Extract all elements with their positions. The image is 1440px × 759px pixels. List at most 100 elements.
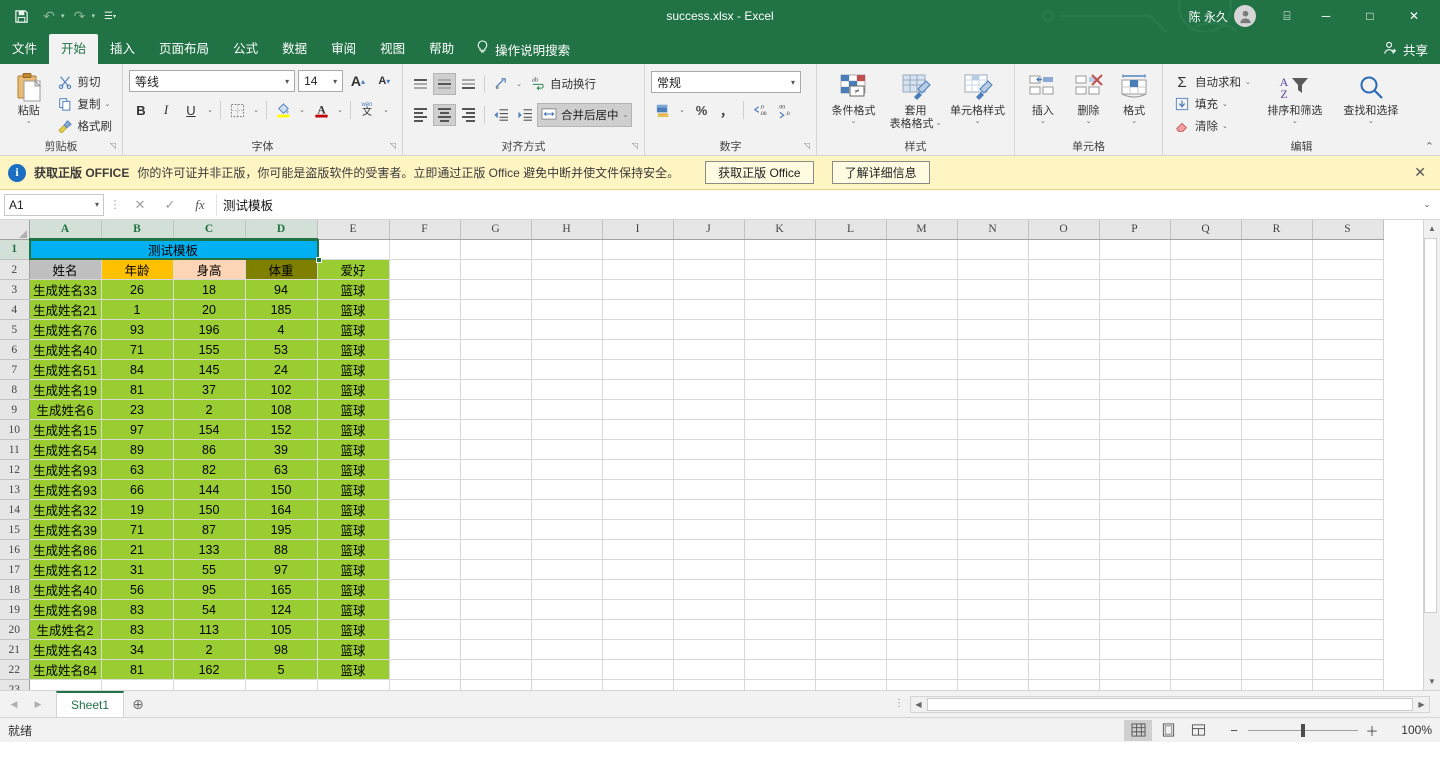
tab-insert[interactable]: 插入	[98, 34, 147, 64]
cell-g12[interactable]	[460, 459, 532, 480]
cell-s10[interactable]	[1312, 419, 1384, 440]
cell-j22[interactable]	[673, 659, 745, 680]
cut-button[interactable]: 剪切	[52, 71, 117, 93]
cell-a9[interactable]: 生成姓名6	[29, 399, 102, 420]
cell-f19[interactable]	[389, 599, 461, 620]
insert-cells-caret[interactable]: ⌄	[1040, 118, 1046, 126]
cell-k17[interactable]	[744, 559, 816, 580]
cell-i9[interactable]	[602, 399, 674, 420]
cell-o20[interactable]	[1028, 619, 1100, 640]
cell-q14[interactable]	[1170, 499, 1242, 520]
accounting-dropdown-caret[interactable]: ⌄	[676, 98, 688, 122]
row-header-18[interactable]: 18	[0, 579, 30, 600]
number-format-caret[interactable]: ▾	[788, 78, 798, 87]
share-button[interactable]: 共享	[1383, 34, 1440, 64]
cell-h13[interactable]	[531, 479, 603, 500]
ribbon-display-options-icon[interactable]: ⌸	[1270, 0, 1304, 32]
cell-e20[interactable]: 篮球	[317, 619, 390, 640]
tab-formulas[interactable]: 公式	[221, 34, 270, 64]
cell-k10[interactable]	[744, 419, 816, 440]
cell-r23[interactable]	[1241, 679, 1313, 690]
cell-m19[interactable]	[886, 599, 958, 620]
cell-c14[interactable]: 150	[173, 499, 246, 520]
tab-home[interactable]: 开始	[49, 34, 99, 64]
cell-e17[interactable]: 篮球	[317, 559, 390, 580]
cell-f8[interactable]	[389, 379, 461, 400]
column-header-r[interactable]: R	[1241, 220, 1313, 240]
cell-h3[interactable]	[531, 279, 603, 300]
cell-styles-button[interactable]: 单元格样式 ⌄	[947, 69, 1008, 126]
cell-o9[interactable]	[1028, 399, 1100, 420]
paste-dropdown-caret[interactable]: ⌄	[26, 118, 32, 126]
cell-k11[interactable]	[744, 439, 816, 460]
tab-page-layout[interactable]: 页面布局	[147, 34, 221, 64]
cell-m1[interactable]	[886, 239, 958, 260]
cell-r17[interactable]	[1241, 559, 1313, 580]
cell-e23[interactable]	[317, 679, 390, 690]
row-header-19[interactable]: 19	[0, 599, 30, 620]
column-header-k[interactable]: K	[744, 220, 816, 240]
cell-b22[interactable]: 81	[101, 659, 174, 680]
confirm-entry-icon[interactable]: ✓	[156, 194, 184, 216]
selection-fill-handle[interactable]	[316, 257, 322, 263]
close-button[interactable]: ✕	[1392, 0, 1436, 32]
cell-n15[interactable]	[957, 519, 1029, 540]
cell-c18[interactable]: 95	[173, 579, 246, 600]
column-title-a2[interactable]: 姓名	[29, 259, 102, 280]
scroll-up-arrow[interactable]: ▲	[1423, 220, 1440, 237]
cell-b23[interactable]	[101, 679, 174, 690]
cell-k19[interactable]	[744, 599, 816, 620]
cell-l8[interactable]	[815, 379, 887, 400]
cell-k20[interactable]	[744, 619, 816, 640]
cell-f11[interactable]	[389, 439, 461, 460]
cell-p5[interactable]	[1099, 319, 1171, 340]
cell-j20[interactable]	[673, 619, 745, 640]
undo-icon[interactable]: ↶	[36, 4, 62, 28]
vertical-scroll-thumb[interactable]	[1423, 238, 1437, 613]
cell-q20[interactable]	[1170, 619, 1242, 640]
cell-d22[interactable]: 5	[245, 659, 318, 680]
cell-o2[interactable]	[1028, 259, 1100, 280]
cell-i15[interactable]	[602, 519, 674, 540]
cell-o1[interactable]	[1028, 239, 1100, 260]
cell-p2[interactable]	[1099, 259, 1171, 280]
cell-h8[interactable]	[531, 379, 603, 400]
format-cells-button[interactable]: 格式 ⌄	[1112, 69, 1156, 126]
cell-d5[interactable]: 4	[245, 319, 318, 340]
cell-h7[interactable]	[531, 359, 603, 380]
cell-j4[interactable]	[673, 299, 745, 320]
cell-p1[interactable]	[1099, 239, 1171, 260]
cell-h6[interactable]	[531, 339, 603, 360]
cell-s5[interactable]	[1312, 319, 1384, 340]
cell-h18[interactable]	[531, 579, 603, 600]
cell-a8[interactable]: 生成姓名19	[29, 379, 102, 400]
column-header-o[interactable]: O	[1028, 220, 1100, 240]
cell-r8[interactable]	[1241, 379, 1313, 400]
orientation-icon[interactable]: a	[489, 73, 512, 95]
cell-h21[interactable]	[531, 639, 603, 660]
cell-b18[interactable]: 56	[101, 579, 174, 600]
cell-e10[interactable]: 篮球	[317, 419, 390, 440]
cell-p22[interactable]	[1099, 659, 1171, 680]
cell-p14[interactable]	[1099, 499, 1171, 520]
cell-f2[interactable]	[389, 259, 461, 280]
cell-q7[interactable]	[1170, 359, 1242, 380]
underline-dropdown-caret[interactable]: ⌄	[204, 98, 216, 122]
cell-o8[interactable]	[1028, 379, 1100, 400]
cell-o7[interactable]	[1028, 359, 1100, 380]
cell-k7[interactable]	[744, 359, 816, 380]
cell-g23[interactable]	[460, 679, 532, 690]
number-dialog-launcher[interactable]: ◹	[804, 138, 810, 154]
cell-k14[interactable]	[744, 499, 816, 520]
cell-b8[interactable]: 81	[101, 379, 174, 400]
cell-f6[interactable]	[389, 339, 461, 360]
cell-f4[interactable]	[389, 299, 461, 320]
cell-m3[interactable]	[886, 279, 958, 300]
cell-f23[interactable]	[389, 679, 461, 690]
cell-p11[interactable]	[1099, 439, 1171, 460]
cell-d11[interactable]: 39	[245, 439, 318, 460]
cell-r1[interactable]	[1241, 239, 1313, 260]
cell-l19[interactable]	[815, 599, 887, 620]
column-header-d[interactable]: D	[245, 220, 318, 240]
row-header-4[interactable]: 4	[0, 299, 30, 320]
